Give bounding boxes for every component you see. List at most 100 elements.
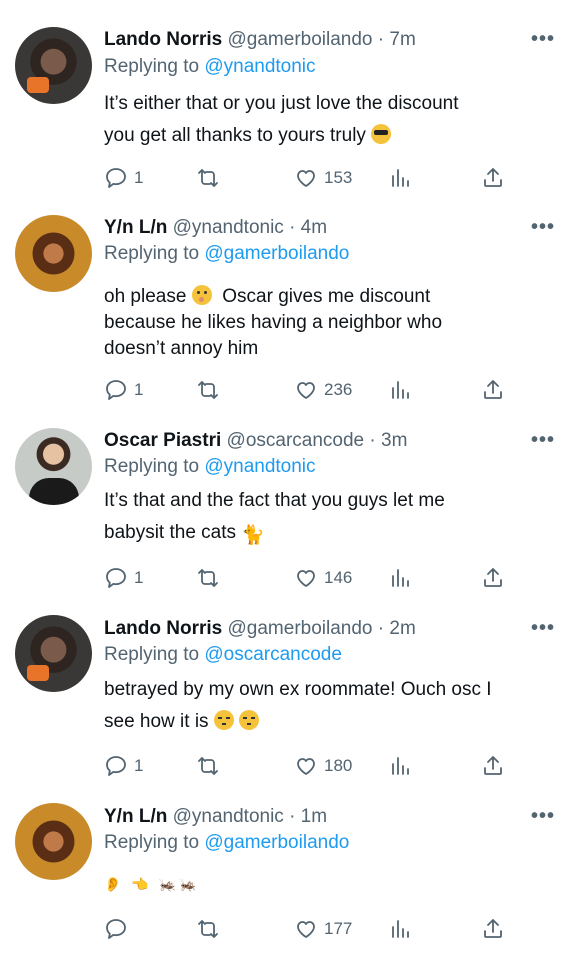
retweet-icon — [198, 569, 218, 587]
share-icon — [484, 919, 502, 938]
views-button[interactable] — [388, 753, 412, 779]
share-icon — [484, 168, 502, 187]
share-icon — [484, 380, 502, 399]
retweet-button[interactable] — [196, 565, 220, 591]
reply-button[interactable]: 1 — [104, 753, 143, 779]
avatar[interactable] — [15, 803, 92, 880]
heart-icon — [297, 382, 315, 399]
reply-button[interactable]: 1 — [104, 165, 143, 191]
tweet[interactable]: Lando Norris @gamerboilando · 2m ••• Rep… — [0, 600, 577, 788]
share-button[interactable] — [481, 753, 505, 779]
cat-emoji-icon: 🐈 — [241, 525, 265, 546]
retweet-button[interactable] — [196, 753, 220, 779]
tweet-header: Y/n L/n @ynandtonic · 4m — [104, 217, 547, 239]
like-count: 177 — [324, 919, 353, 938]
replying-to: Replying to @oscarcancode — [104, 644, 342, 665]
tweet[interactable]: Y/n L/n @ynandtonic · 1m ••• Replying to… — [0, 788, 577, 960]
ellipsis-icon[interactable]: ••• — [531, 805, 555, 828]
author-handle[interactable]: @oscarcancode · 3m — [227, 430, 408, 451]
author-handle[interactable]: @ynandtonic · 4m — [173, 217, 327, 238]
tweet-text: betrayed by my own ex roommate! Ouch osc… — [104, 679, 492, 732]
avatar[interactable] — [15, 215, 92, 292]
retweet-button[interactable] — [196, 165, 220, 191]
ellipsis-icon[interactable]: ••• — [531, 216, 555, 239]
share-icon — [484, 756, 502, 775]
ellipsis-icon[interactable]: ••• — [531, 28, 555, 51]
views-icon — [392, 757, 409, 775]
like-button[interactable]: 146 — [294, 565, 352, 591]
retweet-button[interactable] — [196, 916, 220, 942]
pensive-emoji-icon — [239, 710, 260, 730]
like-button[interactable]: 236 — [294, 377, 352, 403]
reply-icon — [106, 919, 126, 939]
views-button[interactable] — [388, 165, 412, 191]
heart-icon — [297, 570, 315, 587]
like-button[interactable]: 177 — [294, 916, 352, 942]
like-count: 153 — [324, 168, 353, 187]
ellipsis-icon[interactable]: ••• — [531, 429, 555, 452]
share-button[interactable] — [481, 565, 505, 591]
views-button[interactable] — [388, 916, 412, 942]
like-count: 146 — [324, 568, 353, 587]
reply-count: 1 — [134, 756, 144, 775]
views-icon — [392, 569, 409, 587]
replying-to-link[interactable]: @gamerboilando — [204, 243, 349, 264]
avatar[interactable] — [15, 428, 92, 505]
reply-count: 1 — [134, 168, 144, 187]
tweet-header: Oscar Piastri @oscarcancode · 3m — [104, 430, 547, 452]
tweet-text: It’s that and the fact that you guys let… — [104, 485, 534, 552]
tweet[interactable]: Y/n L/n @ynandtonic · 4m ••• Replying to… — [0, 200, 577, 412]
share-button[interactable] — [481, 165, 505, 191]
retweet-button[interactable] — [196, 377, 220, 403]
tweet-text: It’s either that or you just love the di… — [104, 93, 459, 146]
like-button[interactable]: 153 — [294, 165, 352, 191]
author-name[interactable]: Y/n L/n — [104, 806, 167, 827]
author-name[interactable]: Lando Norris — [104, 618, 222, 639]
reply-count: 1 — [134, 380, 144, 399]
author-name[interactable]: Oscar Piastri — [104, 430, 221, 451]
avatar[interactable] — [15, 615, 92, 692]
reply-button[interactable] — [104, 916, 134, 942]
replying-to-link[interactable]: @ynandtonic — [204, 456, 315, 477]
views-button[interactable] — [388, 377, 412, 403]
replying-to: Replying to @ynandtonic — [104, 56, 316, 77]
tweet-text: oh please Oscar gives me discount becaus… — [104, 285, 443, 359]
views-icon — [392, 169, 409, 187]
retweet-icon — [198, 381, 218, 399]
reply-count: 1 — [134, 568, 144, 587]
views-icon — [392, 920, 409, 938]
reply-button[interactable]: 1 — [104, 565, 143, 591]
ellipsis-icon[interactable]: ••• — [531, 617, 555, 640]
replying-to-link[interactable]: @ynandtonic — [204, 56, 315, 77]
tweet[interactable]: Lando Norris @gamerboilando · 7m ••• Rep… — [0, 0, 577, 200]
reply-button[interactable]: 1 — [104, 377, 143, 403]
heart-icon — [297, 921, 315, 938]
share-icon — [484, 568, 502, 587]
author-handle[interactable]: @ynandtonic · 1m — [173, 806, 327, 827]
views-icon — [392, 381, 409, 399]
like-button[interactable]: 180 — [294, 753, 352, 779]
reply-icon — [106, 568, 126, 588]
retweet-icon — [198, 920, 218, 938]
author-handle[interactable]: @gamerboilando · 2m — [228, 618, 416, 639]
sunglasses-emoji-icon — [371, 124, 392, 144]
reply-icon — [106, 168, 126, 188]
share-button[interactable] — [481, 377, 505, 403]
heart-icon — [297, 170, 315, 187]
flushed-emoji-icon — [191, 285, 212, 305]
pensive-emoji-icon — [213, 710, 234, 730]
avatar[interactable] — [15, 27, 92, 104]
share-button[interactable] — [481, 916, 505, 942]
like-count: 236 — [324, 380, 353, 399]
author-name[interactable]: Y/n L/n — [104, 217, 167, 238]
retweet-icon — [198, 757, 218, 775]
retweet-icon — [198, 169, 218, 187]
author-name[interactable]: Lando Norris — [104, 29, 222, 50]
replying-to-link[interactable]: @oscarcancode — [204, 644, 342, 665]
reply-icon — [106, 380, 126, 400]
views-button[interactable] — [388, 565, 412, 591]
tweet[interactable]: Oscar Piastri @oscarcancode · 3m ••• Rep… — [0, 412, 577, 600]
author-handle[interactable]: @gamerboilando · 7m — [228, 29, 416, 50]
replying-to: Replying to @gamerboilando — [104, 243, 350, 264]
replying-to-link[interactable]: @gamerboilando — [204, 832, 349, 853]
